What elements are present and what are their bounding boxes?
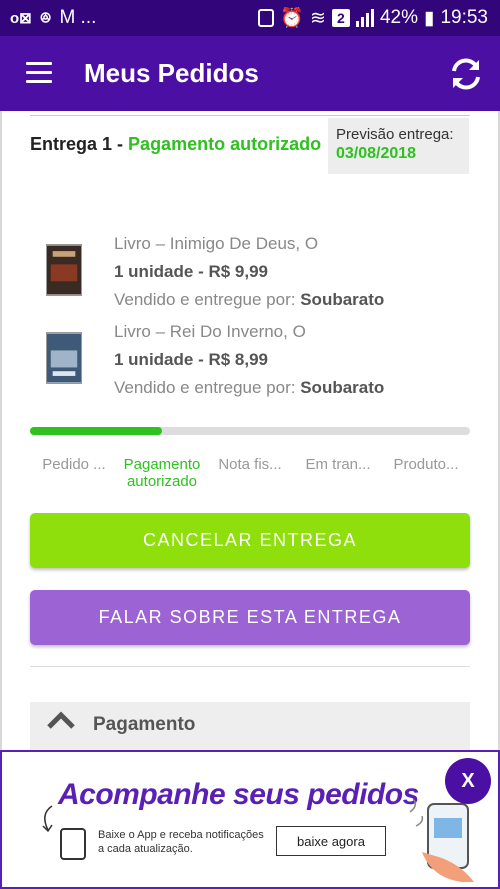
status-bar: o⊠ ꔮ M ... ⏰ ≋ 2 42% ▮ 19:53 xyxy=(0,0,500,36)
download-app-button[interactable]: baixe agora xyxy=(276,826,386,856)
close-banner-button[interactable]: X xyxy=(445,758,491,804)
alarm-icon: ⏰ xyxy=(280,8,305,29)
outlook-icon: o⊠ xyxy=(10,10,32,27)
banner-text: Baixe o App e receba notificações a cada… xyxy=(98,829,264,855)
book-cover-image xyxy=(46,244,82,296)
refresh-icon[interactable] xyxy=(446,54,486,94)
seller-label: Vendido e entregue por: xyxy=(114,378,296,397)
step-invoice: Nota fis... xyxy=(218,456,282,473)
step-payment: Pagamento autorizado xyxy=(123,456,201,490)
seller-label: Vendido e entregue por: xyxy=(114,290,296,309)
curved-arrow-icon xyxy=(42,805,53,833)
item-quantity-price: 1 unidade - R$ 8,99 xyxy=(114,350,268,369)
step-delivered: Produto... xyxy=(393,456,459,473)
status-left-text: M ... xyxy=(59,7,97,28)
hamburger-icon[interactable] xyxy=(26,62,52,83)
sim-icon xyxy=(258,9,275,27)
talk-about-delivery-button[interactable]: FALAR SOBRE ESTA ENTREGA xyxy=(30,590,470,645)
phone-notification-icon xyxy=(60,828,86,860)
step-order: Pedido ... xyxy=(42,456,106,473)
step-in-transit: Em tran... xyxy=(305,456,371,473)
battery-percent: 42% xyxy=(379,7,418,28)
item-seller: Vendido e entregue por: Soubarato xyxy=(114,290,384,310)
order-item: Livro – Rei Do Inverno, O 1 unidade - R$… xyxy=(30,318,470,402)
app-promo-banner[interactable]: Acompanhe seus pedidos Baixe o App e rec… xyxy=(0,750,500,889)
delivery-progress-bar xyxy=(30,427,470,435)
forecast-date: 03/08/2018 xyxy=(336,145,417,162)
payment-section-title: Pagamento xyxy=(93,714,196,735)
app-bar: Meus Pedidos xyxy=(0,36,500,111)
seller-name: Soubarato xyxy=(300,378,385,397)
order-item: Livro – Inimigo De Deus, O 1 unidade - R… xyxy=(30,230,470,314)
seller-name: Soubarato xyxy=(300,290,385,309)
cancel-delivery-button[interactable]: CANCELAR ENTREGA xyxy=(30,513,470,568)
top-divider xyxy=(30,115,470,116)
forecast-label: Previsão entrega: xyxy=(336,126,454,143)
signal-icon xyxy=(355,9,374,27)
status-bar-notifications: o⊠ ꔮ M ... xyxy=(10,7,96,29)
delivery-forecast: Previsão entrega: 03/08/2018 xyxy=(328,118,469,174)
payment-section-toggle[interactable]: Pagamento xyxy=(30,702,470,750)
item-quantity-price: 1 unidade - R$ 9,99 xyxy=(114,262,268,281)
delivery-steps: Pedido ... Pagamento autorizado Nota fis… xyxy=(30,456,470,496)
clock: 19:53 xyxy=(440,7,488,28)
notification-icon: ꔮ xyxy=(39,9,52,27)
banner-headline: Acompanhe seus pedidos xyxy=(58,778,419,811)
battery-icon: ▮ xyxy=(423,7,435,29)
delivery-number: Entrega 1 - xyxy=(30,134,124,154)
item-name: Livro – Rei Do Inverno, O xyxy=(114,322,306,341)
section-divider xyxy=(30,666,470,667)
delivery-title: Entrega 1 - Pagamento autorizado xyxy=(30,134,321,155)
book-cover-image xyxy=(46,332,82,384)
item-name: Livro – Inimigo De Deus, O xyxy=(114,234,319,253)
wifi-icon: ≋ xyxy=(310,7,326,29)
item-seller: Vendido e entregue por: Soubarato xyxy=(114,378,384,398)
delivery-status: Pagamento autorizado xyxy=(128,134,322,154)
progress-fill xyxy=(30,427,162,435)
network-badge: 2 xyxy=(331,9,350,27)
chevron-up-icon xyxy=(47,711,75,729)
status-bar-system: ⏰ ≋ 2 42% ▮ 19:53 xyxy=(258,6,488,30)
page-title: Meus Pedidos xyxy=(84,58,259,88)
